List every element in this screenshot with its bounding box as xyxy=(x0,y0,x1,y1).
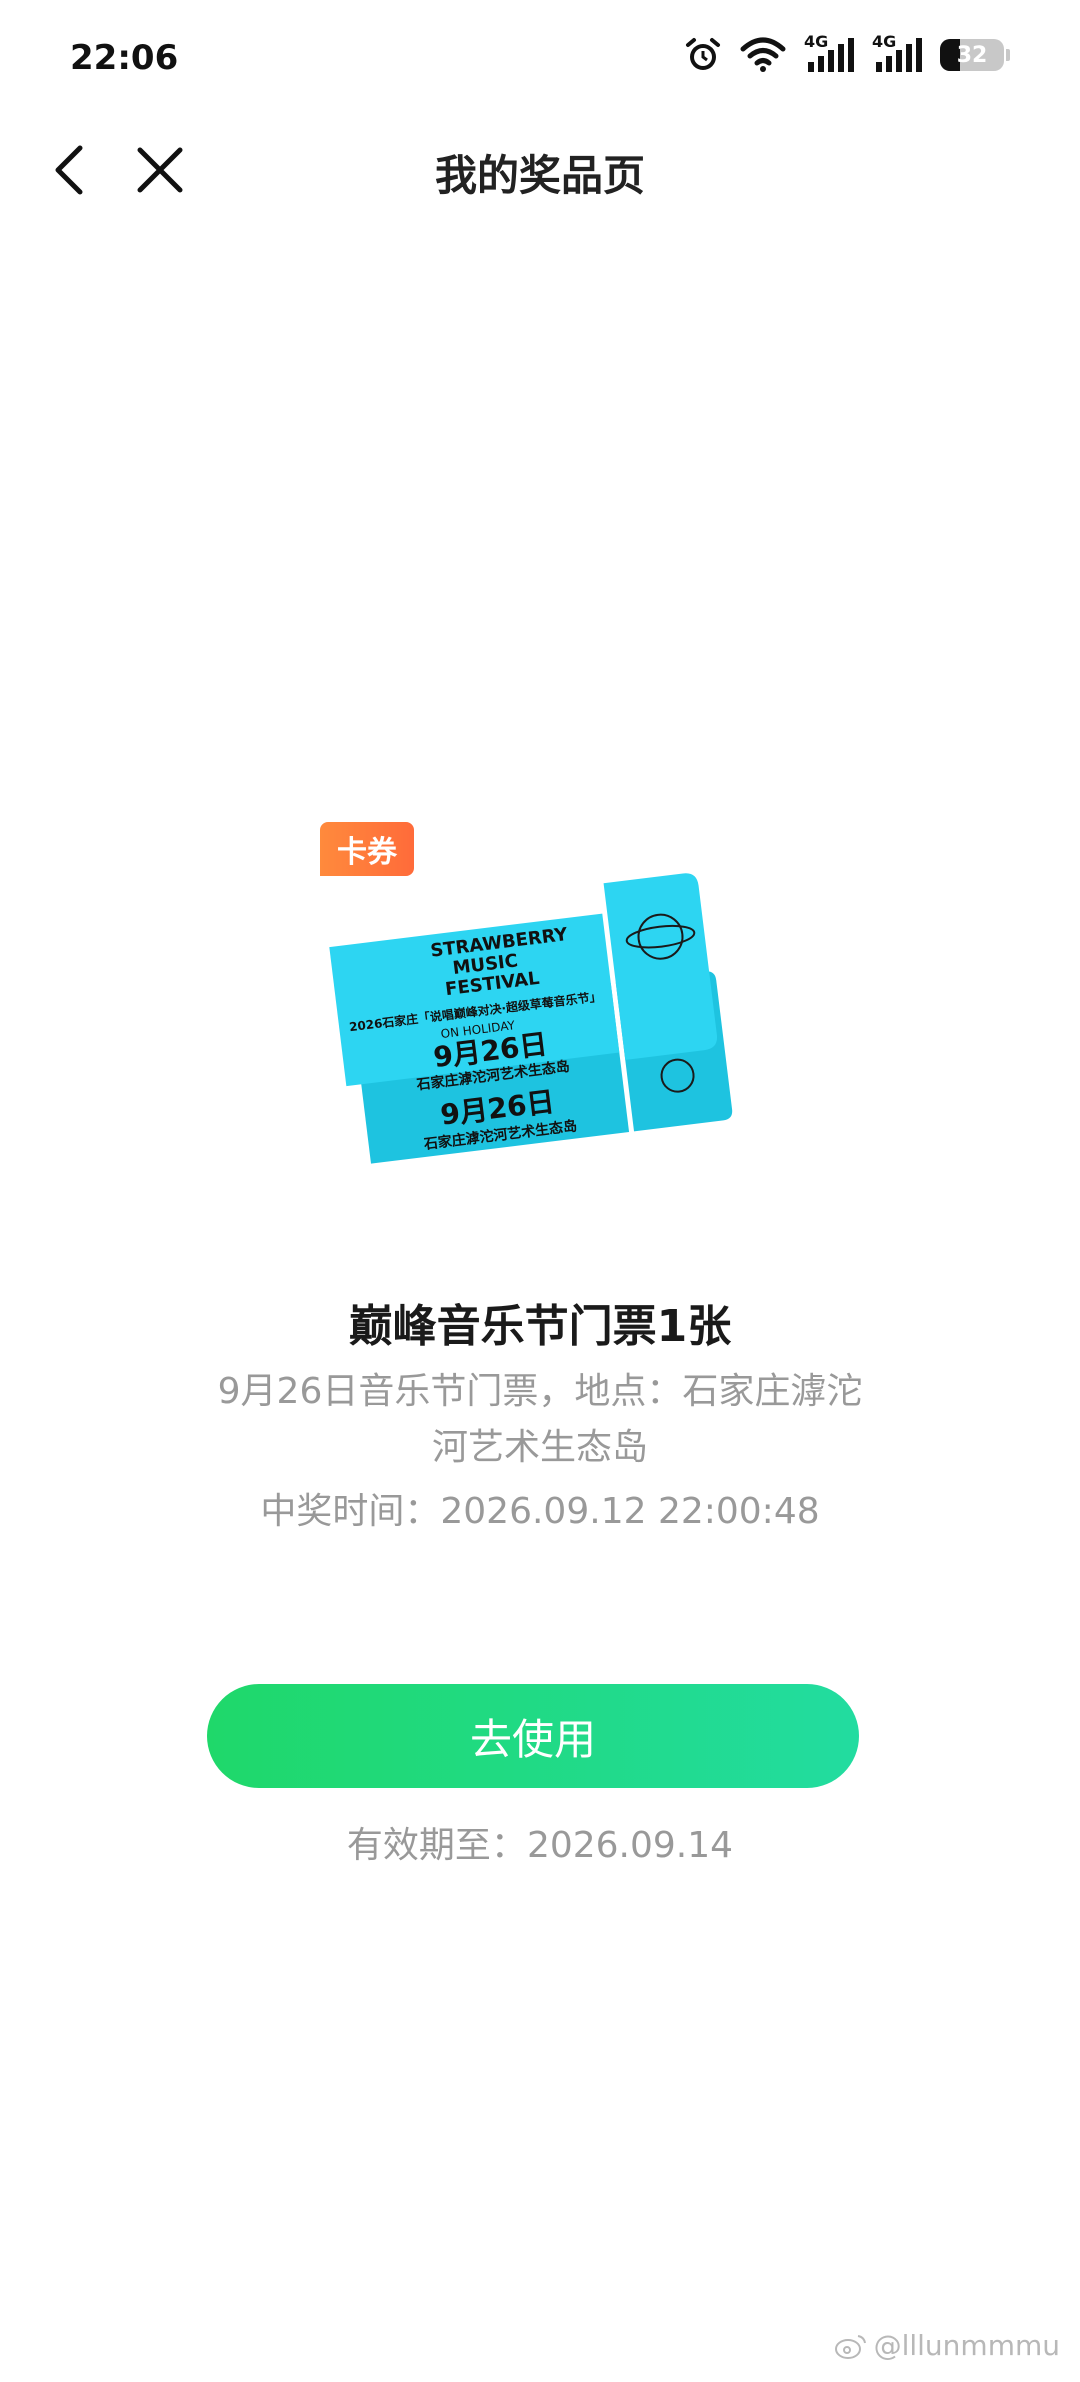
watermark: @lllunmmmu xyxy=(834,2329,1060,2362)
network-type-label: 4G xyxy=(804,32,829,51)
prize-name: 巅峰音乐节门票1张 xyxy=(348,1301,732,1352)
valid-until-value: 2026.09.14 xyxy=(526,1825,734,1866)
status-icons: 4G 4G 32 xyxy=(684,32,1010,74)
page-title: 我的奖品页 xyxy=(434,151,645,200)
status-bar: 22:06 4G 4G 32 xyxy=(0,0,1080,120)
win-time-value: 2026.09.12 22:00:48 xyxy=(440,1491,820,1532)
signal-1: 4G xyxy=(804,32,854,72)
battery-level: 32 xyxy=(956,42,988,68)
alarm-icon xyxy=(686,38,720,70)
nav-bar: 我的奖品页 xyxy=(0,120,1080,220)
watermark-text: @lllunmmmu xyxy=(873,2329,1060,2362)
prize-description: 9月26日音乐节门票，地点：石家庄滹沱河艺术生态岛 xyxy=(217,1371,863,1468)
ticket-image: STRAWBERRY MUSIC FESTIVAL 2026石家庄「说唱巅峰对决… xyxy=(329,873,733,1164)
wifi-icon xyxy=(740,37,786,72)
weibo-icon xyxy=(834,2334,866,2359)
network-type-label: 4G xyxy=(872,32,897,51)
prize-page: 22:06 4G 4G 32 我的奖品页 STRAWBERRY MUSIC FE… xyxy=(0,0,1080,2382)
valid-until-label: 有效期至： xyxy=(346,1825,527,1866)
win-time-label: 中奖时间： xyxy=(260,1491,441,1532)
prize-image: STRAWBERRY MUSIC FESTIVAL 2026石家庄「说唱巅峰对决… xyxy=(320,822,760,1182)
win-time: 中奖时间：2026.09.12 22:00:48 xyxy=(0,1482,1080,1534)
battery-indicator: 32 xyxy=(940,39,1010,71)
signal-2: 4G xyxy=(872,32,922,72)
valid-until: 有效期至：2026.09.14 xyxy=(0,1816,1080,1868)
coupon-badge: 卡券 xyxy=(320,822,414,876)
status-time: 22:06 xyxy=(70,38,179,78)
battery-icon: 32 xyxy=(940,39,1004,71)
use-button[interactable]: 去使用 xyxy=(207,1684,859,1788)
